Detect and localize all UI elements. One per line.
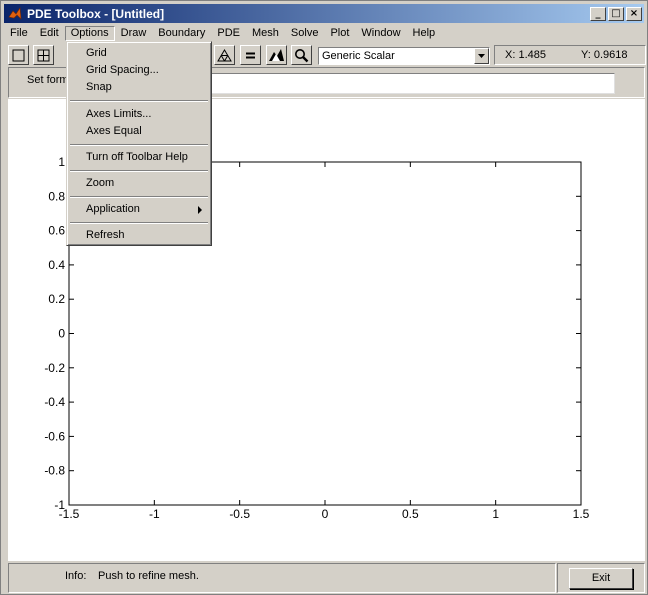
menu-item-turn-off-toolbar-help[interactable]: Turn off Toolbar Help: [70, 149, 208, 166]
menu-window[interactable]: Window: [355, 26, 406, 41]
chevron-down-icon[interactable]: [474, 48, 489, 64]
coord-y: Y: 0.9618: [581, 49, 628, 61]
y-tick-label: 0.6: [48, 224, 65, 238]
menu-item-refresh[interactable]: Refresh: [70, 227, 208, 244]
window-title: PDE Toolbox - [Untitled]: [27, 6, 165, 21]
coordinate-readout: X: 1.485 Y: 0.9618: [494, 45, 646, 65]
menu-draw[interactable]: Draw: [115, 26, 153, 41]
triangle-mesh-icon: [217, 48, 232, 61]
menu-item-application[interactable]: Application: [70, 201, 208, 218]
matlab-logo-icon: [7, 6, 23, 22]
y-tick-label: 0.4: [48, 258, 65, 272]
exit-button[interactable]: Exit: [569, 568, 633, 589]
status-bar: Info: Push to refine mesh. Exit: [8, 562, 645, 594]
maximize-button[interactable]: □: [608, 6, 624, 21]
info-label: Info:: [65, 570, 87, 582]
menu-plot[interactable]: Plot: [324, 26, 355, 41]
exit-panel: Exit: [557, 563, 645, 593]
minimize-button[interactable]: _: [590, 6, 606, 21]
pde-plot-icon: [269, 48, 284, 61]
y-tick-label: 0.8: [48, 189, 65, 203]
options-menu-dropdown: Grid Grid Spacing... Snap Axes Limits...…: [66, 41, 212, 246]
menu-item-axes-limits[interactable]: Axes Limits...: [70, 106, 208, 123]
zoom-icon: [295, 48, 309, 62]
rectangle-icon: [12, 49, 25, 61]
menu-separator: [70, 170, 208, 172]
zoom-button[interactable]: [291, 45, 312, 65]
menu-pde[interactable]: PDE: [211, 26, 246, 41]
application-select[interactable]: Generic Scalar: [318, 47, 490, 65]
menu-item-grid[interactable]: Grid: [70, 45, 208, 62]
menu-item-grid-spacing[interactable]: Grid Spacing...: [70, 62, 208, 79]
menu-edit[interactable]: Edit: [34, 26, 65, 41]
menu-item-application-label: Application: [86, 203, 140, 215]
x-tick-label: 0: [322, 507, 329, 521]
close-button[interactable]: ×: [626, 6, 642, 21]
triangle-mesh-button[interactable]: [214, 45, 235, 65]
y-tick-label: 1: [58, 155, 65, 169]
y-tick-label: -0.2: [44, 361, 65, 375]
menu-separator: [70, 196, 208, 198]
menu-solve[interactable]: Solve: [285, 26, 325, 41]
info-text: Push to refine mesh.: [98, 570, 199, 582]
equals-button[interactable]: [240, 45, 261, 65]
menu-item-zoom[interactable]: Zoom: [70, 175, 208, 192]
equals-icon: [246, 52, 255, 58]
y-tick-label: 0.2: [48, 292, 65, 306]
centered-rectangle-icon: [37, 49, 50, 61]
x-tick-label: -0.5: [229, 507, 250, 521]
menu-help[interactable]: Help: [407, 26, 442, 41]
x-tick-label: -1: [149, 507, 160, 521]
menu-mesh[interactable]: Mesh: [246, 26, 285, 41]
info-panel: Info: Push to refine mesh.: [8, 563, 556, 593]
menu-separator: [70, 144, 208, 146]
y-tick-label: -0.6: [44, 429, 65, 443]
submenu-arrow-icon: [198, 206, 202, 214]
pde-plot-button[interactable]: [266, 45, 287, 65]
menu-separator: [70, 222, 208, 224]
y-tick-label: -1: [54, 498, 65, 512]
y-tick-label: -0.4: [44, 395, 65, 409]
menu-options[interactable]: Options: [64, 26, 115, 41]
menu-separator: [70, 100, 208, 102]
menu-item-axes-equal[interactable]: Axes Equal: [70, 123, 208, 140]
y-tick-label: -0.8: [44, 464, 65, 478]
pde-toolbox-window: PDE Toolbox - [Untitled] _ □ × File Edit…: [0, 0, 648, 595]
application-select-value: Generic Scalar: [322, 50, 395, 62]
menu-item-snap[interactable]: Snap: [70, 79, 208, 96]
centered-rectangle-button[interactable]: [33, 45, 54, 65]
title-bar[interactable]: PDE Toolbox - [Untitled] _ □ ×: [4, 4, 644, 23]
x-tick-label: 1: [492, 507, 499, 521]
y-tick-label: 0: [58, 327, 65, 341]
set-formula-label: Set form: [27, 74, 69, 86]
coord-x: X: 1.485: [505, 49, 546, 61]
menu-boundary[interactable]: Boundary: [152, 26, 211, 41]
x-tick-label: 1.5: [573, 507, 590, 521]
rectangle-button[interactable]: [8, 45, 29, 65]
menu-file[interactable]: File: [4, 26, 34, 41]
x-tick-label: 0.5: [402, 507, 419, 521]
